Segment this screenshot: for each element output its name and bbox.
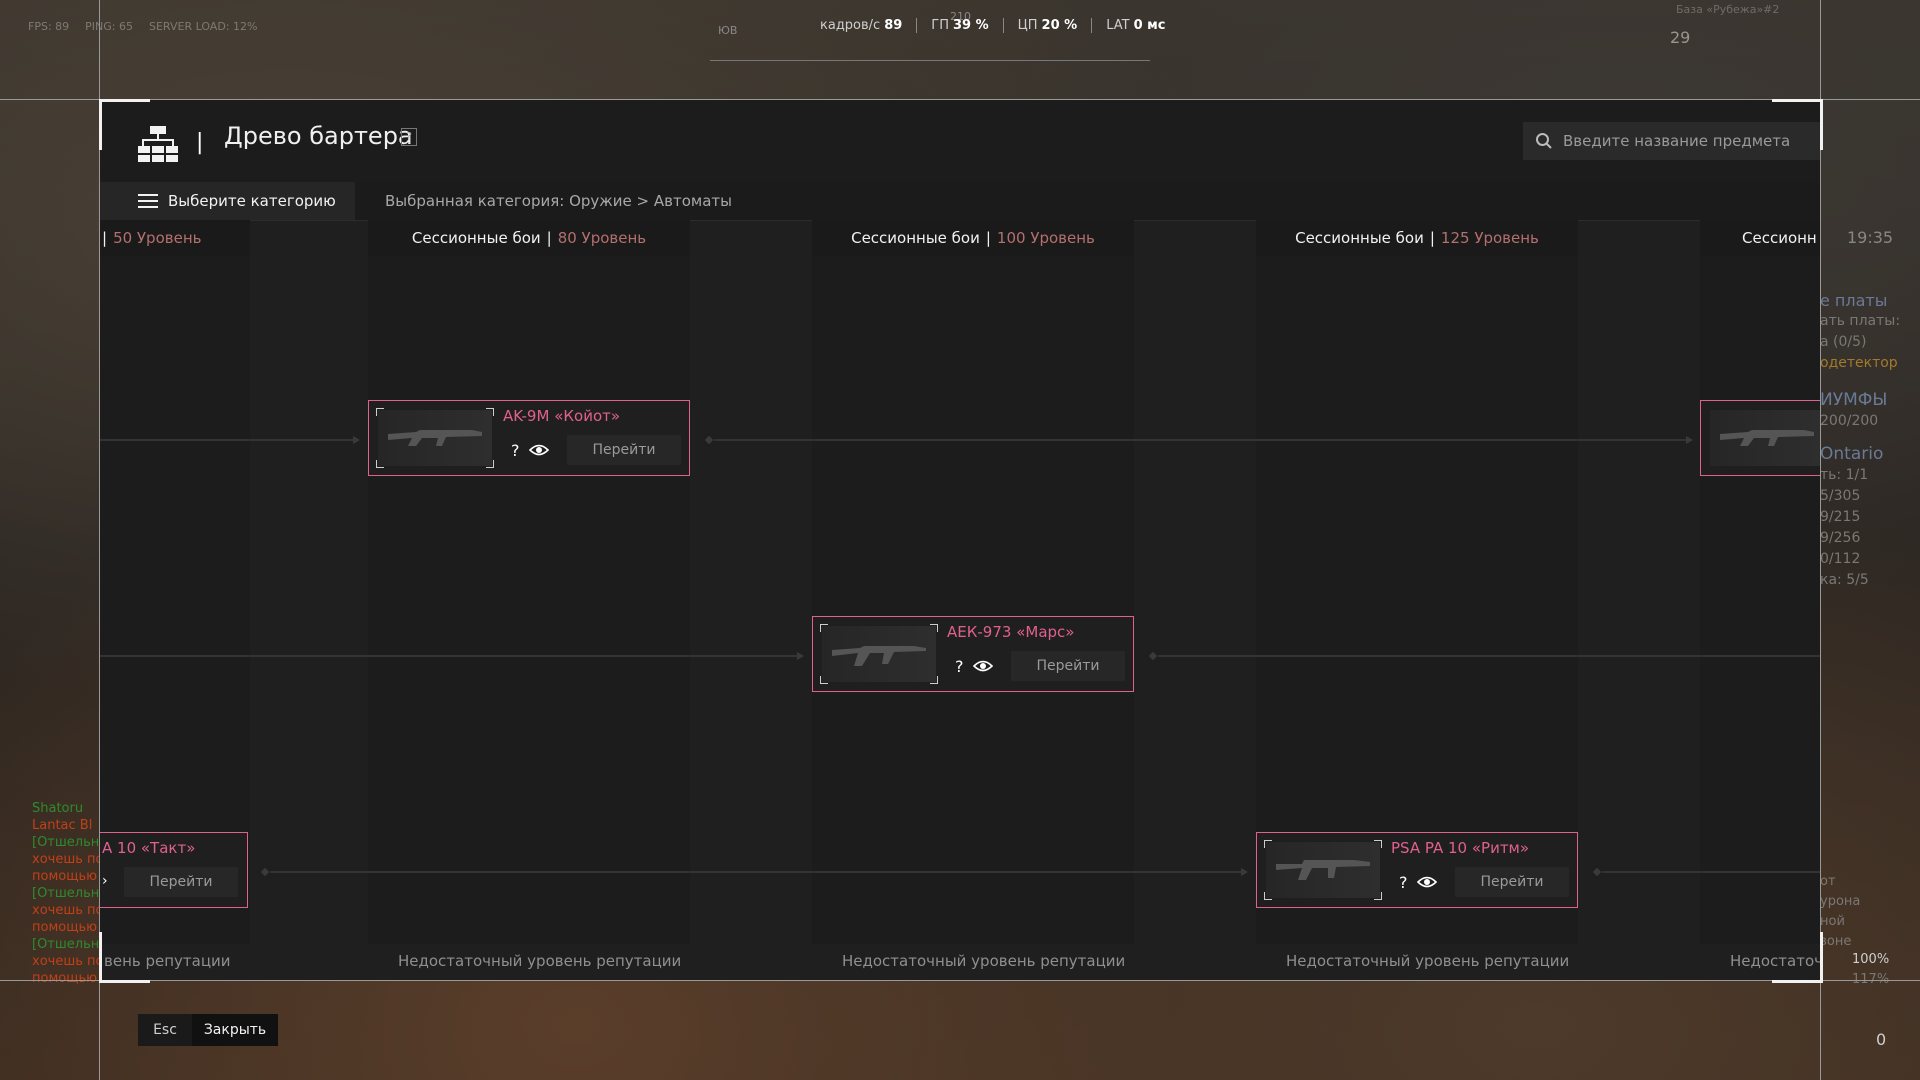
connector-arrow [1241,868,1248,876]
tree-column [812,256,1134,944]
barter-item-card[interactable]: PSA PA 10 «Ритм» ? Перейти [1256,832,1578,908]
menu-icon [138,194,158,208]
esc-key-hint: Esc [138,1014,192,1046]
cpu-stat: ЦП 20 % [1004,18,1093,33]
connector-line [1158,655,1820,657]
column-header: | 50 Уровень [100,220,250,256]
eye-icon[interactable] [1416,873,1438,895]
perf-overlay: кадров/с 89 ГП 39 % ЦП 20 % LAT 0 мс [806,18,1179,33]
panel-header: | Древо бартера ? [100,100,1820,183]
reputation-notice: Недостаточный уровень репутации [1286,952,1570,970]
item-name: AK-9M «Койот» [503,407,621,425]
connector-dot [260,867,270,877]
reputation-notice: Недостаточный уровень репутации [842,952,1126,970]
item-name: PSA PA 10 «Ритм» [1391,839,1530,857]
item-name: АЕК-973 «Марс» [947,623,1075,641]
weapon-thumbnail [1264,840,1382,900]
hud-side-info: е платы ать платы: а (0/5) одетектор ИУМ… [1820,291,1901,588]
title-separator: | [196,130,204,155]
gpu-stat: ГП 39 % [917,18,1004,33]
category-bar: Выберите категорию Выбранная категория: … [100,182,1820,221]
column-header: Сессионные бои | 100 Уровень [812,220,1134,256]
go-to-button[interactable]: Перейти [567,435,681,465]
connector-line [1602,871,1820,873]
barter-tree-panel: | Древо бартера ? Выберите категорию Выб… [100,100,1823,980]
category-path: Выбранная категория: Оружие > Автоматы [385,192,732,210]
connector-arrow [1686,436,1693,444]
column-header: Сессионн [1700,220,1820,256]
connector-line [100,439,356,441]
frame-line-right [1820,0,1821,1080]
frame-corner [99,932,150,983]
game-time: 19:35 [1847,228,1894,247]
weapon-thumbnail [376,408,494,468]
barter-item-card[interactable]: AK-9M «Койот» ? Перейти [368,400,690,476]
frame-corner [1772,932,1823,983]
ping-readout: PING: 65 [85,20,133,33]
column-header: Сессионные бои | 125 Уровень [1256,220,1578,256]
barter-item-card[interactable] [1700,400,1820,476]
search-input[interactable] [1561,131,1805,151]
connector-dot [1592,867,1602,877]
go-to-button[interactable]: Перейти [1011,651,1125,681]
connector-dot [1148,651,1158,661]
question-icon[interactable]: ? [511,441,520,460]
frames-stat: кадров/с 89 [806,18,918,33]
location-number: 29 [1670,28,1691,47]
eye-icon[interactable] [972,657,994,679]
connector-arrow [797,652,804,660]
connector-arrow [353,436,360,444]
tree-column [1700,256,1820,944]
location-name: База «Рубежа»#2 [1676,3,1780,16]
tree-column [368,256,690,944]
item-name: A 10 «Такт» [102,839,196,857]
question-icon[interactable]: ? [955,657,964,676]
page-title: Древо бартера [224,122,413,150]
select-category-button[interactable]: Выберите категорию [100,182,355,220]
fps-readout: FPS: 89 [28,20,70,33]
connector-line [714,439,1690,441]
reputation-notice: Недостаточный уровень репутации [398,952,682,970]
frame-corner [99,99,150,150]
frame-corner [1772,99,1823,150]
compass: ЮВ 210 [710,10,1150,61]
close-control[interactable]: Esc Закрыть [138,1014,278,1046]
connector-line [100,655,800,657]
go-to-button[interactable]: Перейти [124,867,238,897]
lat-stat: LAT 0 мс [1106,18,1166,33]
barter-item-card[interactable]: АЕК-973 «Марс» ? Перейти [812,616,1134,692]
eye-icon[interactable] [528,441,550,463]
connector-dot [704,435,714,445]
hud-stats: FPS: 89 PING: 65 SERVER LOAD: 12% [28,20,257,33]
barter-item-card[interactable]: A 10 «Такт» › Перейти [100,832,248,908]
weapon-thumbnail [1710,410,1820,466]
go-to-button[interactable]: Перейти [1455,867,1569,897]
search-icon [1535,132,1553,150]
close-button[interactable]: Закрыть [192,1014,278,1046]
column-header: Сессионные бои | 80 Уровень [368,220,690,256]
help-button[interactable]: ? [401,128,417,146]
select-category-label: Выберите категорию [168,192,336,210]
connector-line [270,871,1244,873]
weapon-thumbnail [820,624,938,684]
question-icon[interactable]: ? [1399,873,1408,892]
eye-icon-partial: › [102,873,108,889]
frame-line-bottom [0,980,1920,981]
server-load-readout: SERVER LOAD: 12% [149,20,258,33]
column-headers: | 50 Уровень Сессионные бои | 80 Уровень Се… [100,220,1820,256]
compass-dir: ЮВ [718,24,738,37]
